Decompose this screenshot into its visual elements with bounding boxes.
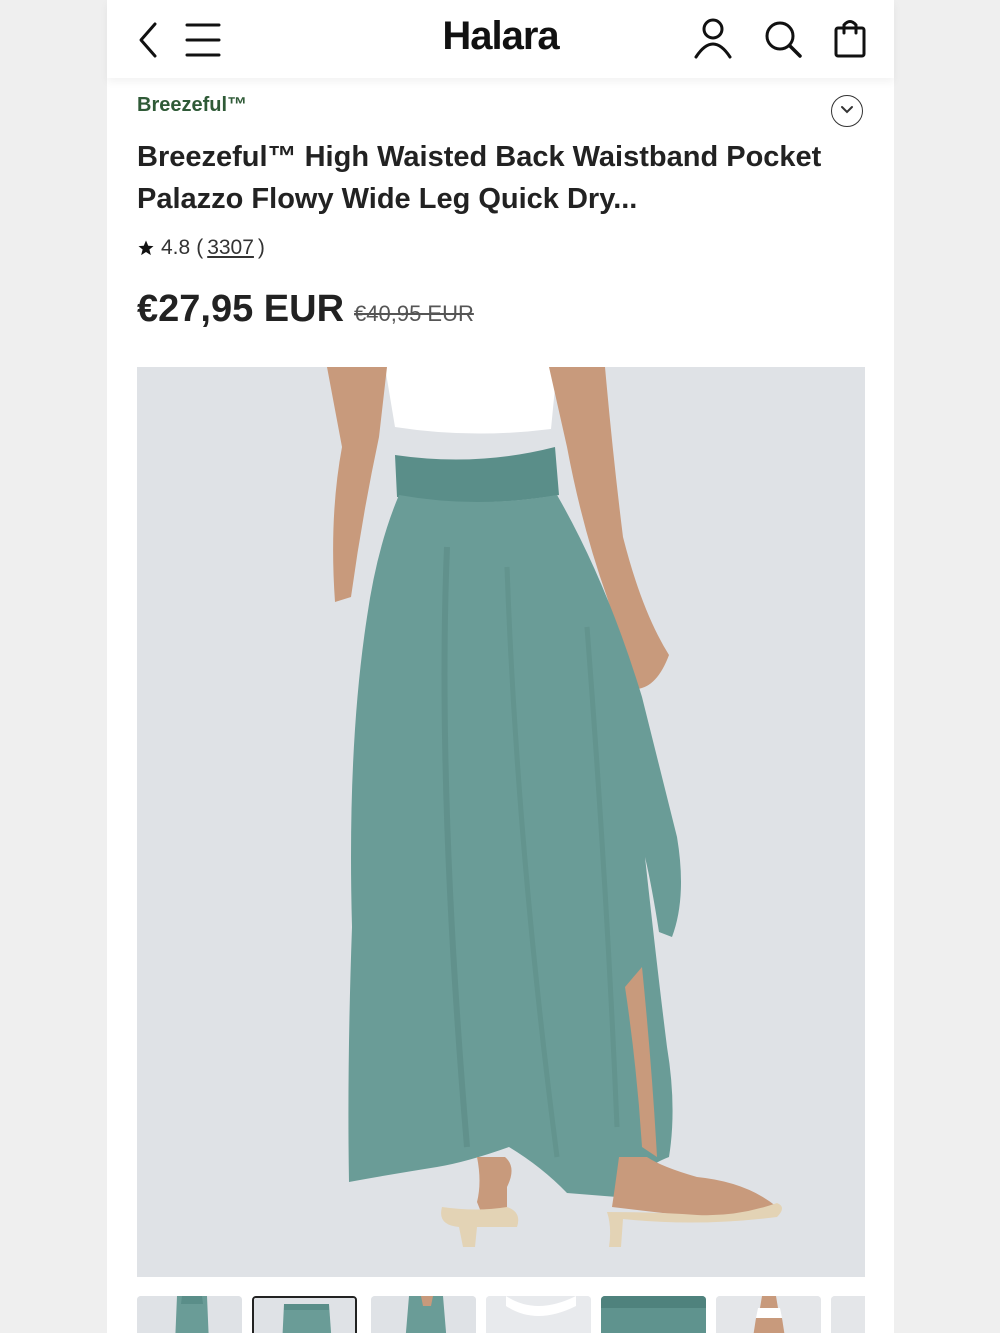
chevron-down-icon: [839, 104, 855, 116]
collapse-toggle[interactable]: [831, 95, 863, 127]
product-rating: 4.8 ( 3307 ): [137, 236, 265, 260]
thumbnail-4[interactable]: [486, 1296, 591, 1333]
thumbnail-1[interactable]: [137, 1296, 242, 1333]
product-title: Breezeful™ High Waisted Back Waistband P…: [137, 141, 822, 215]
account-icon[interactable]: [693, 17, 733, 59]
rating-value: 4.8: [161, 236, 191, 259]
price-row: €27,95 EUR €40,95 EUR: [137, 288, 474, 331]
rating-paren-open: (: [196, 236, 204, 259]
rating-paren-close: ): [257, 236, 265, 259]
thumbnail-6[interactable]: [716, 1296, 821, 1333]
star-icon: [137, 239, 155, 257]
bag-icon[interactable]: [833, 17, 867, 59]
thumbnail-2[interactable]: [252, 1296, 357, 1333]
thumbnail-7[interactable]: [831, 1296, 865, 1333]
thumbnail-5[interactable]: [601, 1296, 706, 1333]
product-main-image[interactable]: [137, 367, 865, 1277]
sale-price: €27,95 EUR: [137, 288, 345, 330]
product-page: Halara Breezeful™ Breezeful™ High Waiste…: [107, 0, 894, 1333]
original-price: €40,95 EUR: [354, 301, 474, 326]
thumbnail-3[interactable]: [371, 1296, 476, 1333]
product-brand[interactable]: Breezeful™: [137, 94, 247, 117]
search-icon[interactable]: [763, 19, 803, 59]
top-navigation-bar: Halara: [107, 0, 894, 78]
thumbnail-strip: [137, 1296, 865, 1333]
review-count-link[interactable]: 3307: [207, 236, 254, 260]
